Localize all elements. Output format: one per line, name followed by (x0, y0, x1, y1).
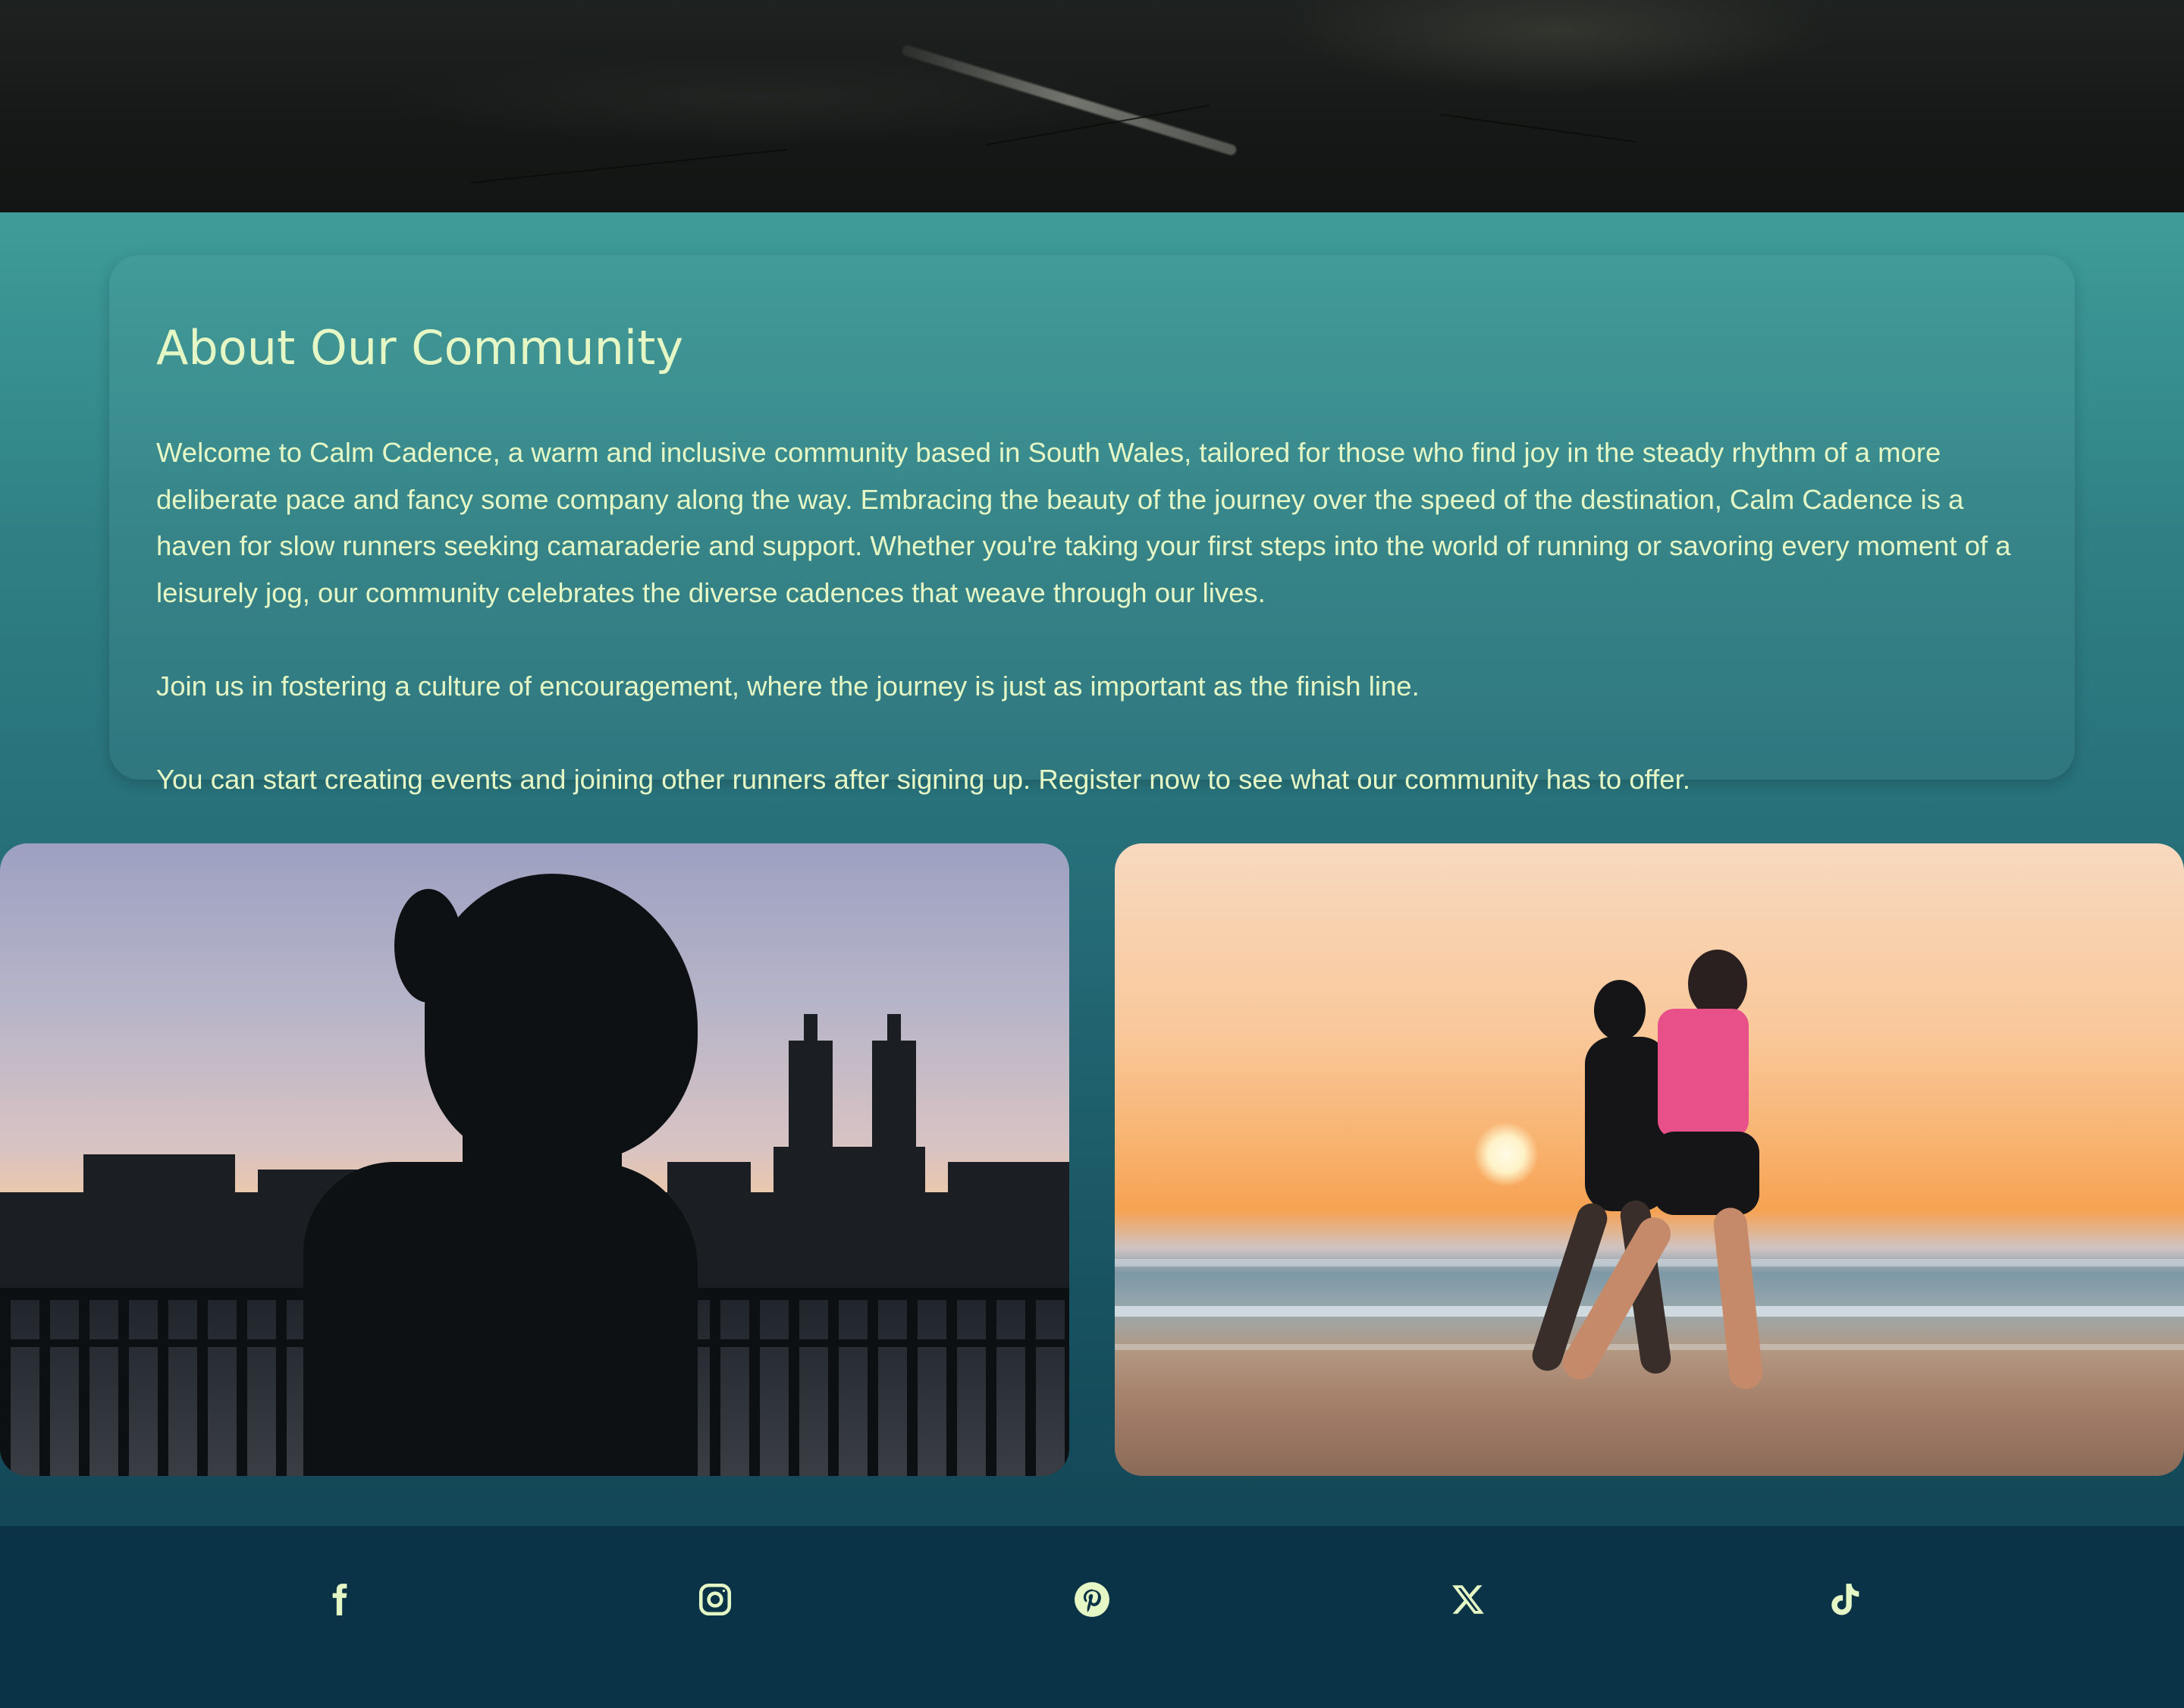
runner-two-shorts (1653, 1132, 1759, 1215)
runner-skyline-photo (0, 843, 1069, 1476)
page: About Our Community Welcome to Calm Cade… (0, 0, 2184, 1708)
main-section: About Our Community Welcome to Calm Cade… (0, 212, 2184, 1526)
tower-spire (887, 1014, 901, 1044)
road-crack (1440, 114, 1636, 143)
runner-body (303, 1162, 698, 1476)
about-paragraph: You can start creating events and joinin… (156, 763, 1690, 795)
skyline-building (774, 1147, 925, 1223)
sun (1474, 1122, 1538, 1186)
beach-runners-photo (1115, 843, 2184, 1476)
road-crack (469, 149, 787, 184)
pinterest-icon[interactable] (1064, 1571, 1120, 1628)
facebook-icon[interactable] (311, 1571, 367, 1628)
about-paragraph: Welcome to Calm Cadence, a warm and incl… (156, 437, 2011, 608)
road-marking (900, 44, 1238, 157)
skyline-building (83, 1154, 235, 1215)
runner-ponytail (394, 889, 463, 1003)
runner-one-head (1594, 980, 1646, 1041)
instagram-icon[interactable] (687, 1571, 743, 1628)
x-icon[interactable] (1440, 1571, 1496, 1628)
skyline-building (948, 1162, 1069, 1223)
tiktok-icon[interactable] (1816, 1571, 1872, 1628)
about-text: Welcome to Calm Cadence, a warm and incl… (156, 429, 2037, 802)
tower-spire (804, 1014, 817, 1044)
about-paragraph: Join us in fostering a culture of encour… (156, 670, 1420, 702)
runner-two-head (1688, 950, 1747, 1018)
footer (0, 1526, 2184, 1708)
hero-road-image (0, 0, 2184, 212)
about-card: About Our Community Welcome to Calm Cade… (109, 255, 2075, 795)
runner-two-shirt (1658, 1009, 1749, 1138)
about-title: About Our Community (156, 320, 684, 375)
runner-two-leg (1712, 1206, 1765, 1391)
